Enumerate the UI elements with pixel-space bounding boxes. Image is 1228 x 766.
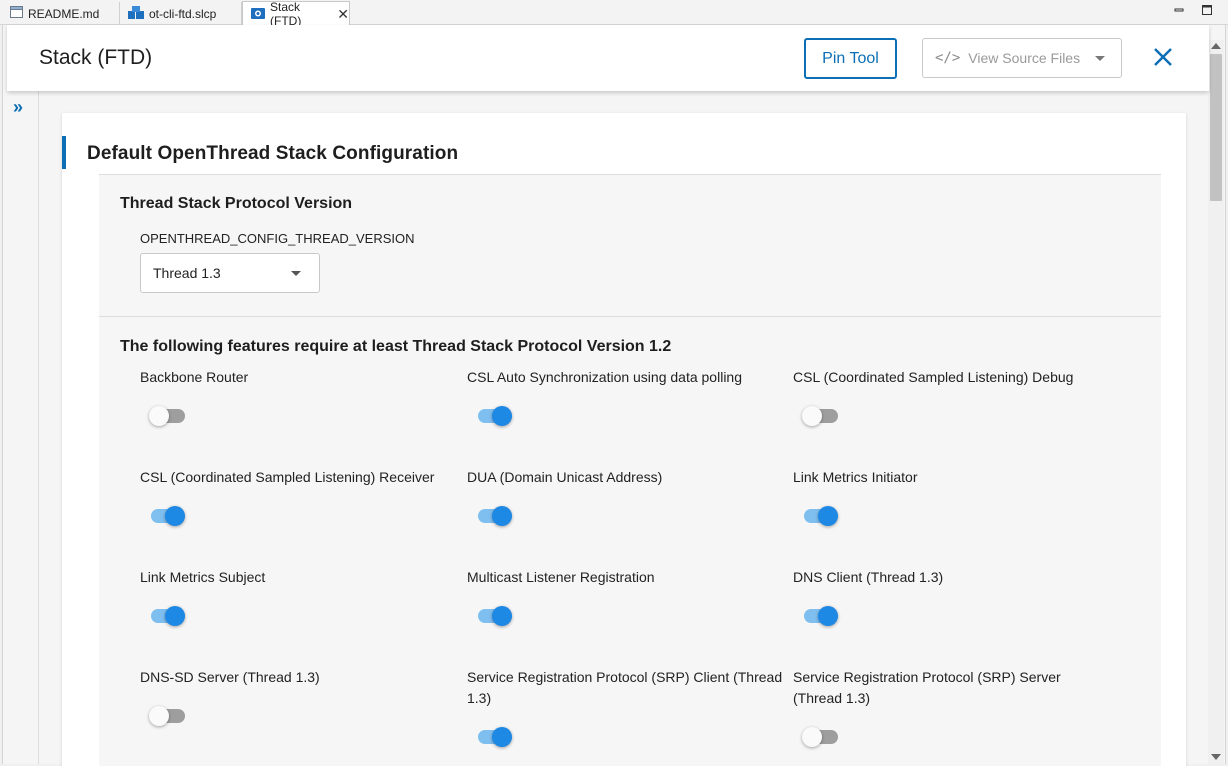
editor-area: Stack (FTD) Pin Tool </> View Source Fil…	[2, 25, 1226, 766]
maximize-icon[interactable]	[1200, 3, 1214, 17]
pin-tool-button[interactable]: Pin Tool	[804, 38, 897, 79]
feature-item: Link Metrics Initiator	[793, 467, 1109, 526]
tab-slcp[interactable]: ot-cli-ftd.slcp	[120, 2, 242, 25]
thread-version-section: Thread Stack Protocol Version OPENTHREAD…	[99, 175, 1161, 316]
feature-toggle[interactable]	[151, 606, 185, 626]
features-section: The following features require at least …	[99, 317, 1161, 766]
file-icon	[10, 6, 23, 21]
toggle-knob	[492, 727, 512, 747]
feature-label: Service Registration Protocol (SRP) Clie…	[467, 669, 783, 706]
toggle-knob	[818, 506, 838, 526]
feature-item: Backbone Router	[140, 367, 456, 426]
scroll-down-icon[interactable]	[1211, 754, 1221, 760]
feature-toggle[interactable]	[151, 506, 185, 526]
toggle-knob	[802, 406, 822, 426]
close-icon	[1154, 48, 1172, 66]
feature-item: Service Registration Protocol (SRP) Serv…	[793, 667, 1109, 747]
tab-label: ot-cli-ftd.slcp	[149, 6, 217, 21]
view-source-label: View Source Files	[968, 50, 1081, 66]
section-title: The following features require at least …	[120, 338, 672, 355]
feature-toggle[interactable]	[478, 406, 512, 426]
expand-sidebar-icon[interactable]: »	[13, 97, 23, 118]
toggle-knob	[149, 706, 169, 726]
feature-item: DUA (Domain Unicast Address)	[467, 467, 783, 526]
chevron-down-icon	[291, 271, 301, 276]
feature-toggle[interactable]	[478, 727, 512, 747]
card-accent-bar	[62, 136, 66, 169]
editor-header: Stack (FTD) Pin Tool </> View Source Fil…	[7, 25, 1209, 91]
feature-item: Multicast Listener Registration	[467, 567, 783, 626]
feature-item: DNS-SD Server (Thread 1.3)	[140, 667, 456, 726]
feature-toggle[interactable]	[804, 606, 838, 626]
thread-version-select[interactable]: Thread 1.3	[140, 253, 320, 293]
feature-label: CSL Auto Synchronization using data poll…	[467, 369, 742, 385]
scroll-up-icon[interactable]	[1211, 43, 1221, 49]
feature-item: CSL Auto Synchronization using data poll…	[467, 367, 783, 426]
feature-label: Link Metrics Subject	[140, 569, 266, 585]
feature-toggle[interactable]	[149, 406, 185, 426]
toggle-knob	[492, 506, 512, 526]
feature-label: DNS Client (Thread 1.3)	[793, 569, 944, 585]
tab-stack-ftd[interactable]: Stack (FTD) ✕	[242, 0, 350, 28]
sidebar-divider	[38, 91, 39, 764]
config-icon	[251, 7, 265, 22]
field-label: OPENTHREAD_CONFIG_THREAD_VERSION	[140, 231, 415, 246]
tab-label: README.md	[28, 6, 100, 21]
project-icon	[128, 5, 144, 22]
toggle-knob	[492, 606, 512, 626]
feature-toggle[interactable]	[478, 506, 512, 526]
close-editor-button[interactable]	[1150, 44, 1176, 70]
toggle-knob	[165, 506, 185, 526]
feature-label: Backbone Router	[140, 369, 249, 385]
minimize-icon[interactable]	[1172, 3, 1186, 17]
feature-label: Service Registration Protocol (SRP) Serv…	[793, 669, 1061, 706]
toggle-knob	[149, 406, 169, 426]
toggle-knob	[165, 606, 185, 626]
feature-toggle[interactable]	[804, 506, 838, 526]
view-source-files-dropdown[interactable]: </> View Source Files	[922, 38, 1122, 78]
feature-label: CSL (Coordinated Sampled Listening) Debu…	[793, 369, 1074, 385]
feature-item: CSL (Coordinated Sampled Listening) Debu…	[793, 367, 1109, 426]
feature-label: CSL (Coordinated Sampled Listening) Rece…	[140, 469, 435, 485]
feature-label: Multicast Listener Registration	[467, 569, 655, 585]
toggle-knob	[492, 406, 512, 426]
scroll-thumb[interactable]	[1210, 54, 1222, 201]
editor-tab-bar: README.md ot-cli-ftd.slcp Stack (FTD) ✕	[0, 0, 1228, 28]
window-controls	[1172, 3, 1214, 17]
feature-item: CSL (Coordinated Sampled Listening) Rece…	[140, 467, 456, 526]
toggle-knob	[802, 727, 822, 747]
toggle-knob	[818, 606, 838, 626]
vertical-scrollbar[interactable]	[1208, 40, 1224, 764]
section-title: Thread Stack Protocol Version	[120, 195, 353, 212]
tab-readme[interactable]: README.md	[2, 2, 120, 25]
feature-toggle[interactable]	[802, 727, 838, 747]
feature-item: DNS Client (Thread 1.3)	[793, 567, 1109, 626]
tab-label: Stack (FTD)	[270, 0, 302, 28]
config-card: Default OpenThread Stack Configuration T…	[62, 113, 1186, 766]
feature-toggle[interactable]	[149, 706, 185, 726]
select-value: Thread 1.3	[153, 265, 221, 281]
feature-item: Link Metrics Subject	[140, 567, 456, 626]
feature-label: Link Metrics Initiator	[793, 469, 918, 485]
feature-toggle[interactable]	[802, 406, 838, 426]
feature-item: Service Registration Protocol (SRP) Clie…	[467, 667, 783, 747]
chevron-down-icon	[1095, 56, 1105, 61]
feature-label: DNS-SD Server (Thread 1.3)	[140, 669, 320, 685]
feature-toggle[interactable]	[478, 606, 512, 626]
card-title: Default OpenThread Stack Configuration	[87, 143, 459, 164]
feature-label: DUA (Domain Unicast Address)	[467, 469, 663, 485]
code-icon: </>	[935, 50, 961, 66]
page-title: Stack (FTD)	[39, 46, 153, 69]
close-tab-icon[interactable]: ✕	[337, 6, 349, 23]
